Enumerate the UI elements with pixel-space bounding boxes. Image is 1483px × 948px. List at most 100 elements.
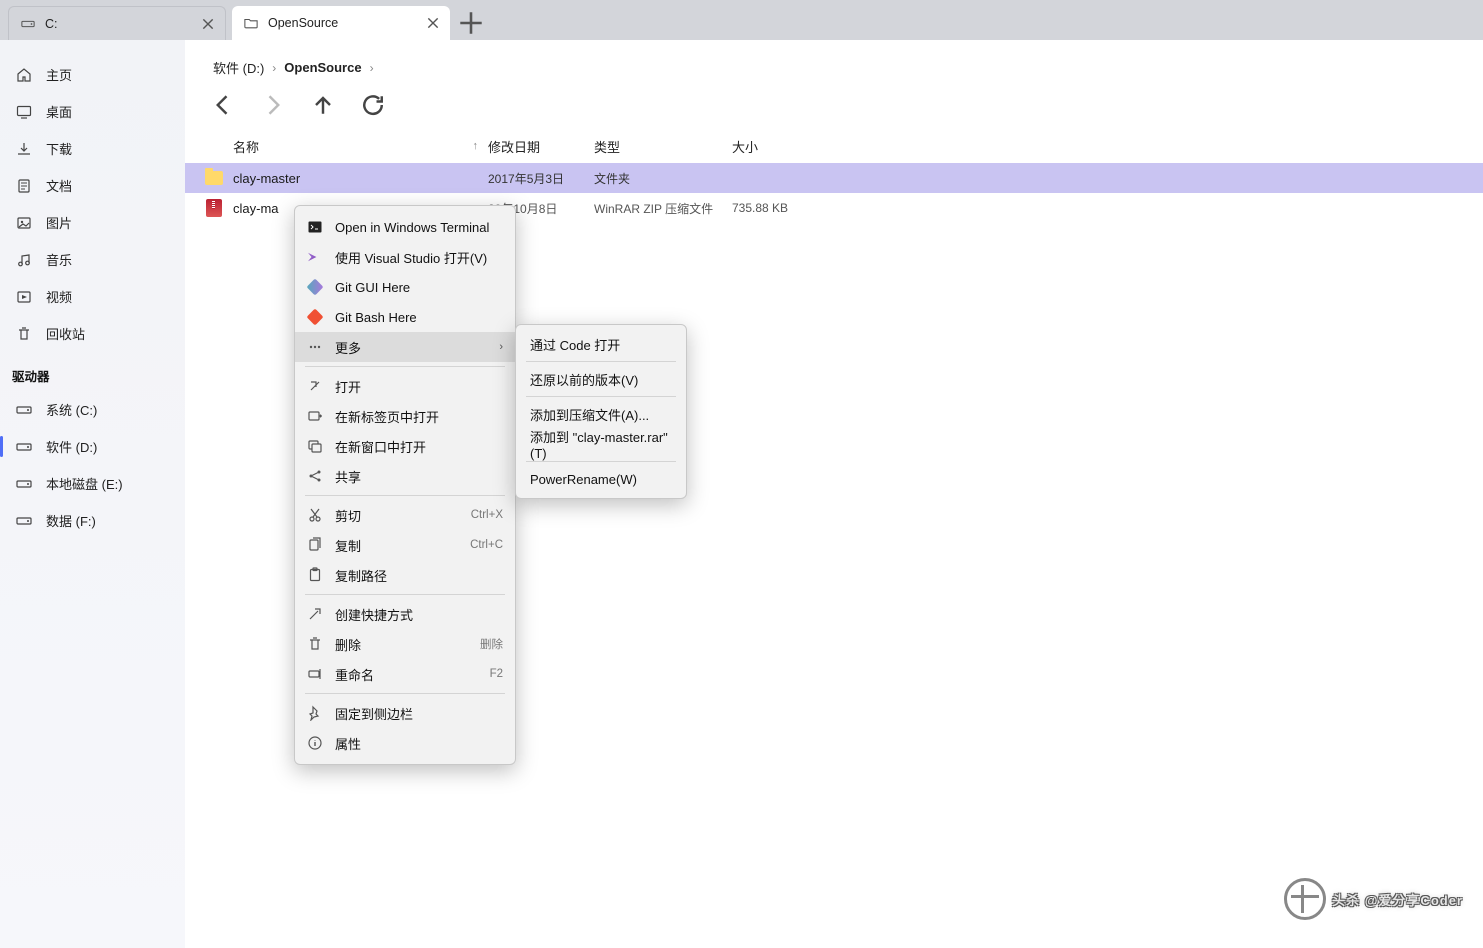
submenu-add-rar[interactable]: 添加到 "clay-master.rar"(T) xyxy=(516,429,686,459)
new-tab-button[interactable] xyxy=(456,8,486,38)
tab-label: OpenSource xyxy=(268,16,416,30)
sidebar-drives-header: 驱动器 xyxy=(0,352,185,391)
sidebar-drive-e[interactable]: 本地磁盘 (E:) xyxy=(0,465,185,502)
picture-icon xyxy=(16,215,32,231)
menu-open[interactable]: 打开 xyxy=(295,371,515,401)
breadcrumb-parent[interactable]: 软件 (D:) xyxy=(213,58,264,77)
column-date[interactable]: 修改日期 xyxy=(488,137,594,156)
close-icon[interactable] xyxy=(201,17,215,31)
menu-more[interactable]: 更多› xyxy=(295,332,515,362)
menu-separator xyxy=(526,361,676,362)
table-row[interactable]: clay-master 2017年5月3日 文件夹 xyxy=(185,163,1483,193)
file-size: 735.88 KB xyxy=(732,201,852,215)
breadcrumb-current[interactable]: OpenSource xyxy=(284,60,361,75)
drive-icon xyxy=(16,476,32,492)
menu-share[interactable]: 共享 xyxy=(295,461,515,491)
tab-opensource[interactable]: OpenSource xyxy=(232,6,450,40)
menu-cut[interactable]: 剪切Ctrl+X xyxy=(295,500,515,530)
more-icon xyxy=(307,339,323,355)
chevron-right-icon: › xyxy=(499,341,503,353)
sidebar-drive-c[interactable]: 系统 (C:) xyxy=(0,391,185,428)
sidebar-item-label: 下载 xyxy=(46,139,72,158)
sidebar-drive-f[interactable]: 数据 (F:) xyxy=(0,502,185,539)
menu-open-terminal[interactable]: Open in Windows Terminal xyxy=(295,212,515,242)
menu-copy-path[interactable]: 复制路径 xyxy=(295,560,515,590)
menu-open-vs[interactable]: 使用 Visual Studio 打开(V) xyxy=(295,242,515,272)
archive-icon xyxy=(195,199,233,217)
drive-icon xyxy=(16,513,32,529)
sidebar-item-label: 音乐 xyxy=(46,250,72,269)
submenu-open-code[interactable]: 通过 Code 打开 xyxy=(516,329,686,359)
file-date: 2017年5月3日 xyxy=(488,170,594,187)
sidebar-item-documents[interactable]: 文档 xyxy=(0,167,185,204)
back-button[interactable] xyxy=(209,91,237,119)
tab-label: C: xyxy=(45,17,191,31)
sidebar-item-videos[interactable]: 视频 xyxy=(0,278,185,315)
sidebar-item-label: 桌面 xyxy=(46,102,72,121)
menu-git-bash[interactable]: Git Bash Here xyxy=(295,302,515,332)
file-type: 文件夹 xyxy=(594,170,732,187)
video-icon xyxy=(16,289,32,305)
column-name[interactable]: 名称↑ xyxy=(233,137,488,156)
cut-icon xyxy=(307,507,323,523)
sidebar-drive-d[interactable]: 软件 (D:) xyxy=(0,428,185,465)
new-window-icon xyxy=(307,438,323,454)
column-type[interactable]: 类型 xyxy=(594,137,732,156)
desktop-icon xyxy=(16,104,32,120)
sidebar-item-label: 文档 xyxy=(46,176,72,195)
menu-copy[interactable]: 复制Ctrl+C xyxy=(295,530,515,560)
clipboard-icon xyxy=(307,567,323,583)
folder-icon xyxy=(195,171,233,185)
menu-properties[interactable]: 属性 xyxy=(295,728,515,758)
menu-separator xyxy=(305,693,505,694)
context-submenu: 通过 Code 打开 还原以前的版本(V) 添加到压缩文件(A)... 添加到 … xyxy=(515,324,687,499)
download-icon xyxy=(16,141,32,157)
git-icon xyxy=(307,309,323,325)
column-size[interactable]: 大小 xyxy=(732,137,852,156)
drive-icon xyxy=(16,402,32,418)
submenu-restore-versions[interactable]: 还原以前的版本(V) xyxy=(516,364,686,394)
submenu-power-rename[interactable]: PowerRename(W) xyxy=(516,464,686,494)
refresh-button[interactable] xyxy=(359,91,387,119)
menu-git-gui[interactable]: Git GUI Here xyxy=(295,272,515,302)
chevron-right-icon: › xyxy=(272,61,276,75)
menu-open-new-window[interactable]: 在新窗口中打开 xyxy=(295,431,515,461)
menu-shortcut[interactable]: 创建快捷方式 xyxy=(295,599,515,629)
sidebar-item-home[interactable]: 主页 xyxy=(0,56,185,93)
sidebar-item-downloads[interactable]: 下载 xyxy=(0,130,185,167)
column-headers: 名称↑ 修改日期 类型 大小 xyxy=(185,129,1483,163)
context-menu: Open in Windows Terminal 使用 Visual Studi… xyxy=(294,205,516,765)
watermark-logo-icon xyxy=(1284,878,1326,920)
terminal-icon xyxy=(307,219,323,235)
forward-button[interactable] xyxy=(259,91,287,119)
tab-strip: C: OpenSource xyxy=(0,0,1483,40)
menu-separator xyxy=(526,461,676,462)
sidebar-item-recycle[interactable]: 回收站 xyxy=(0,315,185,352)
up-button[interactable] xyxy=(309,91,337,119)
menu-separator xyxy=(305,594,505,595)
menu-separator xyxy=(526,396,676,397)
git-icon xyxy=(307,279,323,295)
sidebar-item-desktop[interactable]: 桌面 xyxy=(0,93,185,130)
sidebar-item-pictures[interactable]: 图片 xyxy=(0,204,185,241)
sidebar-item-music[interactable]: 音乐 xyxy=(0,241,185,278)
menu-open-new-tab[interactable]: 在新标签页中打开 xyxy=(295,401,515,431)
sidebar-item-label: 回收站 xyxy=(46,324,85,343)
trash-icon xyxy=(16,326,32,342)
sidebar-item-label: 软件 (D:) xyxy=(46,437,97,456)
open-icon xyxy=(307,378,323,394)
menu-separator xyxy=(305,495,505,496)
sidebar-item-label: 图片 xyxy=(46,213,72,232)
menu-rename[interactable]: 重命名F2 xyxy=(295,659,515,689)
menu-pin-sidebar[interactable]: 固定到侧边栏 xyxy=(295,698,515,728)
menu-delete[interactable]: 删除删除 xyxy=(295,629,515,659)
home-icon xyxy=(16,67,32,83)
trash-icon xyxy=(307,636,323,652)
document-icon xyxy=(16,178,32,194)
sidebar-item-label: 主页 xyxy=(46,65,72,84)
sidebar-item-label: 视频 xyxy=(46,287,72,306)
tab-c-drive[interactable]: C: xyxy=(8,6,226,40)
close-icon[interactable] xyxy=(426,16,440,30)
submenu-add-archive[interactable]: 添加到压缩文件(A)... xyxy=(516,399,686,429)
file-name: clay-master xyxy=(233,171,488,186)
